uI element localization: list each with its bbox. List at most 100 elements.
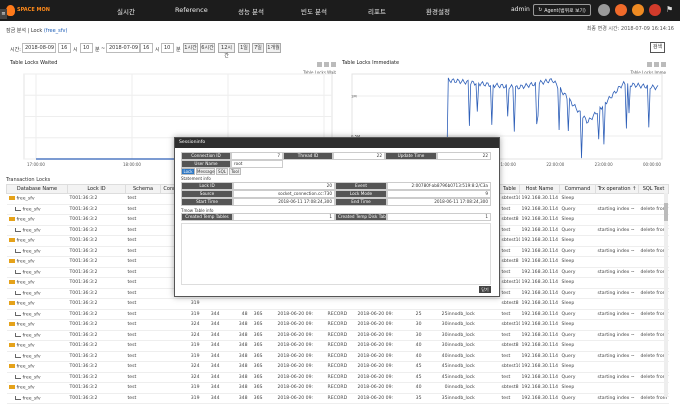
quick-1m-button[interactable]: 1개월 — [266, 43, 281, 53]
menu-report[interactable]: 리포트 — [368, 6, 386, 16]
col-host-name[interactable]: Host Name — [519, 184, 560, 194]
child-indent-icon[interactable] — [14, 227, 21, 232]
schema-cell: test — [125, 393, 161, 404]
alert-icon[interactable] — [649, 4, 661, 16]
col-table[interactable]: Table — [499, 184, 520, 194]
folder-icon[interactable] — [8, 322, 15, 326]
folder-icon[interactable] — [8, 238, 15, 242]
to-hour-select[interactable]: 16 — [140, 43, 153, 53]
folder-icon[interactable] — [8, 385, 15, 389]
menu-reference[interactable]: Reference — [175, 6, 208, 14]
from-hour-unit: 시 — [73, 47, 78, 53]
quick-1h-button[interactable]: 1시간 — [183, 43, 198, 53]
child-indent-icon[interactable] — [14, 269, 21, 274]
table-row[interactable]: free_sfv T001:36:3:2 test 324 344 348 36S 2018-… — [6, 330, 669, 341]
tab-sql[interactable]: SQL — [216, 168, 228, 175]
schema-cell: test — [125, 351, 161, 362]
child-indent-icon[interactable] — [14, 353, 21, 358]
to-minute-select[interactable]: 10 — [161, 43, 174, 53]
agent-view-button[interactable]: ↻ Agent(범위로 보기) — [533, 4, 591, 16]
tab-message[interactable]: Message — [196, 168, 215, 175]
connection-id-cell: 319 — [160, 393, 202, 404]
quick-6h-button[interactable]: 6시간 — [200, 43, 215, 53]
menu-realtime[interactable]: 실시간 — [117, 6, 135, 16]
middle-value: 2018-06-20 09: — [357, 364, 394, 370]
command-cell: Query — [559, 393, 596, 404]
col-database-name[interactable]: Database Name — [6, 184, 68, 194]
quick-7d-button[interactable]: 7일 — [252, 43, 264, 53]
side-menu-toggle[interactable]: ≡ — [0, 9, 7, 19]
close-button[interactable]: 닫기 — [479, 286, 491, 293]
folder-icon[interactable] — [8, 217, 15, 221]
middle-value: 348 — [238, 395, 248, 401]
power-icon[interactable] — [632, 4, 644, 16]
schema-cell-text: test — [127, 269, 137, 275]
lock-id-cell: T001:36:3:2 — [67, 340, 126, 352]
col-schema[interactable]: Schema — [125, 184, 161, 194]
db-name-cell: free_sfv — [6, 372, 68, 383]
connection-id-cell: 324 — [160, 330, 202, 341]
menu-performance-analysis[interactable]: 성능 분석 — [238, 6, 264, 16]
schema-cell-text: test — [127, 353, 137, 359]
schema-cell-text: test — [127, 343, 137, 349]
lock-id-cell-text: T001:36:3:2 — [69, 343, 98, 349]
menu-frequency-analysis[interactable]: 빈도 분석 — [301, 6, 327, 16]
bell-icon[interactable]: ⚑ — [666, 5, 673, 14]
middle-value: 25 — [415, 311, 422, 317]
user-name[interactable]: admin — [511, 6, 530, 13]
table-row[interactable]: free_sfv T001:36:3:2 test 324 344 348 36S 2018-… — [6, 372, 669, 383]
child-indent-icon[interactable] — [14, 248, 21, 253]
child-indent-icon[interactable] — [14, 374, 21, 379]
table-row[interactable]: free_sfv T001:36:3:2 test 324 344 348 36S 2018-… — [6, 361, 669, 373]
folder-icon[interactable] — [8, 364, 15, 368]
trx-operation-cell — [595, 319, 639, 331]
table-row[interactable]: free_sfv T001:36:3:2 test 319 344 348 36S 2018-… — [6, 393, 669, 404]
folder-icon[interactable] — [8, 196, 15, 200]
table-row[interactable]: free_sfv T001:36:3:2 test 319 344 48 36S 2018-0… — [6, 309, 669, 320]
settings-icon[interactable] — [615, 4, 627, 16]
app-logo[interactable]: SPACE MON — [6, 4, 50, 17]
menu-settings[interactable]: 환경설정 — [426, 6, 450, 16]
child-indent-icon[interactable] — [14, 332, 21, 337]
quick-1d-button[interactable]: 1일 — [238, 43, 250, 53]
table-row[interactable]: free_sfv T001:36:3:2 test 319 344 348 36S 2018-… — [6, 340, 669, 352]
middle-value: S — [259, 385, 263, 391]
folder-icon[interactable] — [8, 343, 15, 347]
schema-cell-text: test — [127, 395, 137, 401]
search-button[interactable]: 검색 — [650, 42, 665, 53]
host-name-cell: 192.168.30.114 — [519, 204, 560, 215]
table-row[interactable]: free_sfv T001:36:3:2 test 319 344 348 36S 2018-… — [6, 351, 669, 362]
table-row[interactable]: free_sfv T001:36:3:2 test 319 sbtest8192.168… — [6, 298, 669, 310]
trx-operation-cell — [595, 193, 639, 205]
table-row[interactable]: free_sfv T001:36:3:2 test 319 344 348 36S 2018-… — [6, 382, 669, 394]
col-command[interactable]: Command — [559, 184, 596, 194]
table-row[interactable]: free_sfv T001:36:3:2 test 324 344 348 36S 2018-… — [6, 319, 669, 331]
tab-tool[interactable]: Tool — [229, 168, 241, 175]
folder-icon[interactable] — [8, 301, 15, 305]
connection-id-cell: 319 — [160, 298, 202, 310]
child-indent-icon[interactable] — [14, 290, 21, 295]
from-date-input[interactable]: 2018-08-09 — [22, 43, 56, 53]
trx-operation-cell: starting index ~ — [595, 393, 639, 404]
child-indent-icon[interactable] — [14, 206, 21, 211]
breadcrumb-link[interactable]: (free_sfv) — [44, 28, 68, 34]
child-indent-icon[interactable] — [14, 395, 21, 400]
from-minute-select[interactable]: 10 — [80, 43, 93, 53]
schema-cell-text: test — [127, 385, 137, 391]
col-trx-operation[interactable]: Trx operation ↑ — [595, 184, 639, 194]
tab-lock[interactable]: Lock — [181, 168, 195, 175]
schema-cell-text: test — [127, 301, 137, 307]
from-hour-select[interactable]: 16 — [58, 43, 71, 53]
trx-operation-cell: starting index ~ — [595, 351, 639, 362]
folder-icon[interactable] — [8, 259, 15, 263]
col-lock-id[interactable]: Lock ID — [67, 184, 126, 194]
quick-12h-button[interactable]: 12시간 — [218, 43, 235, 59]
user-icon[interactable] — [598, 4, 610, 16]
child-indent-icon[interactable] — [14, 311, 21, 316]
middle-value: 36 — [253, 353, 260, 359]
folder-icon[interactable] — [8, 280, 15, 284]
to-date-input[interactable]: 2018-07-09 — [106, 43, 140, 53]
db-name-cell: free_sfv — [6, 361, 68, 373]
host-name-cell: 192.168.30.114 — [519, 235, 560, 247]
table-scrollbar[interactable] — [664, 193, 668, 397]
